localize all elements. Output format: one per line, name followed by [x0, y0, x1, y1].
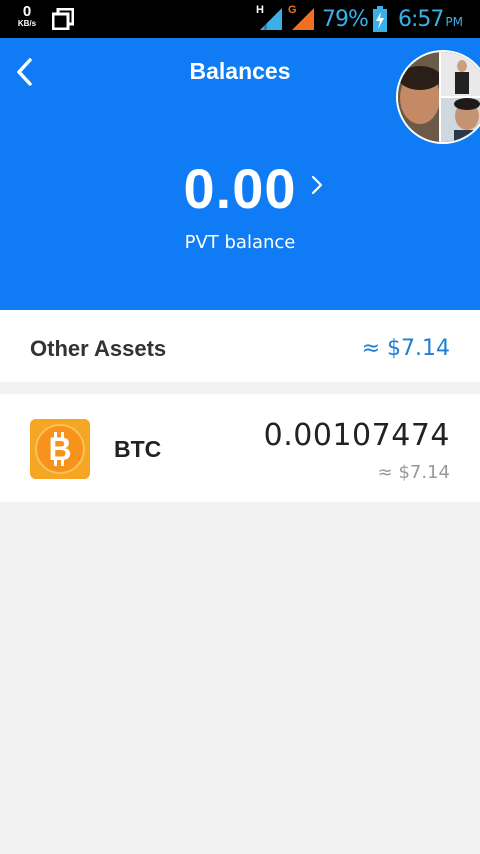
- svg-text:B: B: [48, 431, 71, 467]
- clock-ampm: PM: [445, 15, 463, 29]
- asset-symbol: BTC: [114, 436, 162, 462]
- window-icon: [52, 8, 74, 30]
- battery-charging-icon: [373, 6, 387, 32]
- other-assets-header: Other Assets ≈ $7.14: [0, 310, 480, 382]
- network-speed: 0 KB/s: [14, 4, 40, 28]
- asset-amount: 0.00107474: [263, 418, 450, 453]
- balance-value: 0.00: [183, 157, 297, 220]
- other-assets-total: ≈ $7.14: [361, 336, 450, 361]
- balances-header: Balances 0.00 PVT balance: [0, 38, 480, 310]
- balance-label: PVT balance: [184, 232, 296, 253]
- avatar[interactable]: [396, 50, 480, 144]
- network-speed-value: 0: [22, 3, 32, 20]
- asset-fiat-value: ≈ $7.14: [377, 462, 450, 483]
- other-assets-title: Other Assets: [30, 336, 167, 361]
- status-bar: 0 KB/s H G 79% 6:57 PM: [0, 0, 480, 38]
- bitcoin-icon: B: [30, 419, 90, 479]
- signal-icon: G: [288, 4, 318, 32]
- battery-percent: 79%: [322, 7, 369, 32]
- clock: 6:57 PM: [398, 7, 463, 32]
- asset-row-btc[interactable]: B BTC 0.00107474 ≈ $7.14: [0, 394, 480, 502]
- network-speed-unit: KB/s: [17, 19, 37, 28]
- balance-row[interactable]: 0.00: [0, 156, 480, 221]
- chevron-right-icon: [311, 175, 323, 195]
- clock-time: 6:57: [398, 7, 444, 32]
- signal-icon: H: [256, 4, 286, 32]
